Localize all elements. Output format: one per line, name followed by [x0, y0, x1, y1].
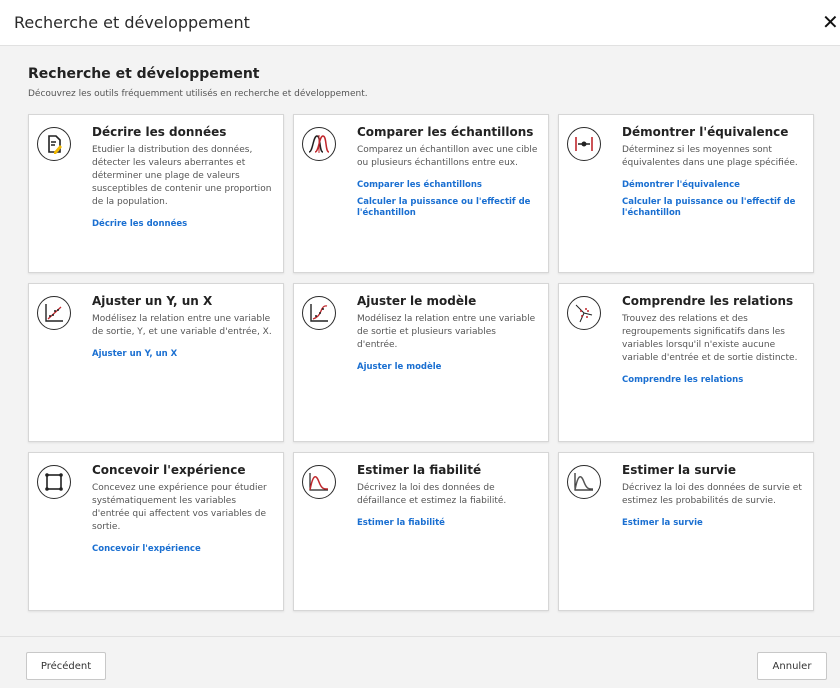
window-title: Recherche et développement: [14, 13, 250, 32]
card-describe-data[interactable]: Décrire les données Etudier la distribut…: [28, 114, 284, 273]
clusters-icon: [567, 296, 601, 330]
link-design-experiment[interactable]: Concevoir l'expérience: [92, 544, 273, 555]
card-description: Trouvez des relations et des regroupemen…: [622, 314, 798, 363]
card-fit-model[interactable]: Ajuster le modèle Modélisez la relation …: [293, 283, 549, 442]
card-title: Concevoir l'expérience: [92, 463, 246, 477]
scatter-regression-icon: [37, 296, 71, 330]
model-fit-icon: [302, 296, 336, 330]
card-understand-relations[interactable]: Comprendre les relations Trouvez des rel…: [558, 283, 814, 442]
title-bar: Recherche et développement ✕: [0, 0, 840, 46]
card-compare-samples[interactable]: Comparer les échantillons Comparez un éc…: [293, 114, 549, 273]
link-describe-data[interactable]: Décrire les données: [92, 219, 273, 230]
link-understand-relations[interactable]: Comprendre les relations: [622, 375, 803, 386]
link-demonstrate-equivalence[interactable]: Démontrer l'équivalence: [622, 180, 803, 191]
link-power-sample-size[interactable]: Calculer la puissance ou l'effectif de l…: [622, 197, 803, 219]
card-title: Estimer la survie: [622, 463, 736, 477]
card-description: Décrivez la loi des données de défaillan…: [357, 483, 507, 506]
link-fit-model[interactable]: Ajuster le modèle: [357, 362, 538, 373]
reliability-curve-icon: [302, 465, 336, 499]
close-icon[interactable]: ✕: [822, 10, 840, 34]
card-description: Etudier la distribution des données, dét…: [92, 145, 272, 207]
page-title: Recherche et développement: [28, 66, 260, 82]
card-title: Ajuster un Y, un X: [92, 294, 213, 308]
card-title: Comparer les échantillons: [357, 125, 534, 139]
equivalence-icon: [567, 127, 601, 161]
footer-bar: [0, 636, 840, 688]
distribution-comparison-icon: [302, 127, 336, 161]
card-title: Décrire les données: [92, 125, 227, 139]
link-power-sample-size[interactable]: Calculer la puissance ou l'effectif de l…: [357, 197, 538, 219]
cancel-button[interactable]: Annuler: [757, 652, 827, 680]
card-fit-y-x[interactable]: Ajuster un Y, un X Modélisez la relation…: [28, 283, 284, 442]
link-estimate-reliability[interactable]: Estimer la fiabilité: [357, 518, 538, 529]
card-description: Concevez une expérience pour étudier sys…: [92, 483, 267, 532]
card-description: Modélisez la relation entre une variable…: [92, 314, 272, 337]
cube-design-icon: [37, 465, 71, 499]
card-title: Démontrer l'équivalence: [622, 125, 789, 139]
card-title: Ajuster le modèle: [357, 294, 477, 308]
card-title: Estimer la fiabilité: [357, 463, 482, 477]
link-estimate-survival[interactable]: Estimer la survie: [622, 518, 803, 529]
document-pen-icon: [37, 127, 71, 161]
card-description: Comparez un échantillon avec une cible o…: [357, 145, 538, 168]
card-estimate-survival[interactable]: Estimer la survie Décrivez la loi des do…: [558, 452, 814, 611]
card-estimate-reliability[interactable]: Estimer la fiabilité Décrivez la loi des…: [293, 452, 549, 611]
card-demonstrate-equivalence[interactable]: Démontrer l'équivalence Déterminez si le…: [558, 114, 814, 273]
previous-button[interactable]: Précédent: [26, 652, 106, 680]
card-description: Modélisez la relation entre une variable…: [357, 314, 536, 350]
link-compare-samples[interactable]: Comparer les échantillons: [357, 180, 538, 191]
link-fit-y-x[interactable]: Ajuster un Y, un X: [92, 349, 273, 360]
page-subtitle: Découvrez les outils fréquemment utilisé…: [28, 89, 368, 99]
survival-curve-icon: [567, 465, 601, 499]
card-description: Décrivez la loi des données de survie et…: [622, 483, 802, 506]
card-design-experiment[interactable]: Concevoir l'expérience Concevez une expé…: [28, 452, 284, 611]
card-description: Déterminez si les moyennes sont équivale…: [622, 145, 798, 168]
card-title: Comprendre les relations: [622, 294, 794, 308]
